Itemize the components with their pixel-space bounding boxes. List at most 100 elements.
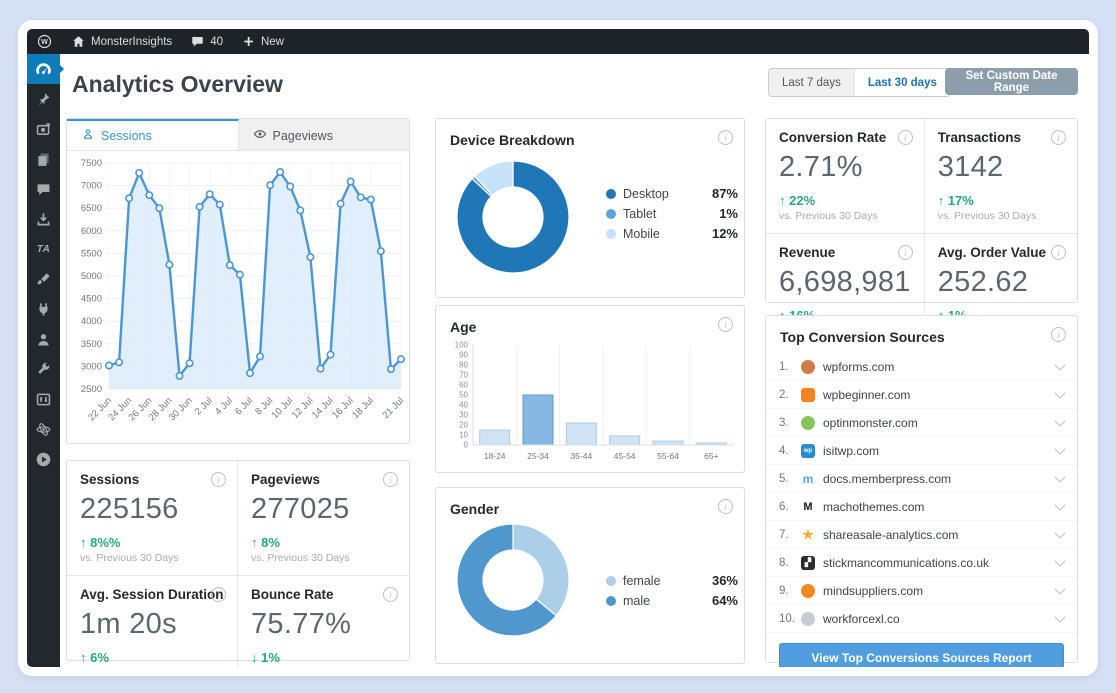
source-row-workforcexl.co[interactable]: 10. workforcexl.co: [766, 605, 1077, 633]
sidebar-item-atom[interactable]: [27, 414, 60, 444]
stat-value: 1m 20s: [80, 608, 177, 640]
sidebar-item-pages[interactable]: [27, 144, 60, 174]
ecommerce-stats-grid: Conversion Rate 2.71% ↑ 22% vs. Previous 30…: [766, 119, 1077, 348]
stat-title: Avg. Order Value: [937, 245, 1047, 260]
svg-text:3000: 3000: [81, 361, 102, 372]
chevron-down-icon[interactable]: [1054, 386, 1066, 399]
info-icon[interactable]: [1051, 327, 1066, 342]
up-arrow-icon: ↑: [80, 650, 87, 665]
sidebar-item-settings[interactable]: [27, 384, 60, 414]
source-row-wpforms.com[interactable]: 1. wpforms.com: [766, 353, 1077, 381]
last-7-days-button[interactable]: Last 7 days: [769, 69, 854, 96]
info-icon[interactable]: [383, 587, 398, 602]
wp-admin-sidebar: TA: [27, 54, 64, 667]
source-domain: optinmonster.com: [823, 415, 918, 430]
sessions-line-chart[interactable]: 2500 3000 3500 4000 4500 5000 5500 6000 6500 7000…: [67, 151, 409, 443]
legend-item-tablet: Tablet 1%: [606, 206, 738, 221]
source-row-optinmonster.com[interactable]: 3. optinmonster.com: [766, 409, 1077, 437]
svg-text:6 Jul: 6 Jul: [233, 395, 255, 417]
source-domain: workforcexl.co: [823, 611, 900, 626]
svg-text:4000: 4000: [81, 316, 102, 327]
sidebar-item-media[interactable]: [27, 114, 60, 144]
tab-pageviews[interactable]: Pageviews: [239, 119, 410, 150]
site-menu-item[interactable]: MonsterInsights: [62, 29, 181, 54]
chevron-down-icon[interactable]: [1054, 358, 1066, 371]
stat-delta: ↑ 8%%: [80, 535, 121, 550]
sidebar-item-plug[interactable]: [27, 294, 60, 324]
source-row-docs.memberpress.com[interactable]: 5. m docs.memberpress.com: [766, 465, 1077, 493]
comments-count: 40: [210, 35, 223, 48]
chevron-down-icon[interactable]: [1054, 554, 1066, 567]
source-row-shareasale-analytics.com[interactable]: 7. ★ shareasale-analytics.com: [766, 521, 1077, 549]
source-row-mindsuppliers.com[interactable]: 9. mindsuppliers.com: [766, 577, 1077, 605]
sidebar-item-brush[interactable]: [27, 264, 60, 294]
info-icon[interactable]: [718, 130, 733, 145]
sidebar-item-comments[interactable]: [27, 174, 60, 204]
info-icon[interactable]: [1051, 130, 1066, 145]
last-30-days-button[interactable]: Last 30 days: [853, 69, 950, 96]
source-row-wpbeginner.com[interactable]: 2. wpbeginner.com: [766, 381, 1077, 409]
sidebar-item-download[interactable]: [27, 204, 60, 234]
sidebar-item-wrench[interactable]: [27, 354, 60, 384]
set-custom-date-range-button[interactable]: Set Custom Date Range: [945, 68, 1078, 95]
source-row-machothemes.com[interactable]: 6. Mmachothemes.com: [766, 493, 1077, 521]
source-rank: 7.: [779, 528, 789, 541]
legend-item-mobile: Mobile 12%: [606, 226, 738, 241]
info-icon[interactable]: [383, 472, 398, 487]
info-icon[interactable]: [211, 587, 226, 602]
sidebar-item-ta[interactable]: TA: [27, 234, 60, 264]
sidebar-item-dashboard[interactable]: [27, 54, 64, 84]
up-arrow-icon: ↑: [80, 535, 87, 550]
svg-text:12 Jul: 12 Jul: [290, 395, 316, 421]
legend-label: female: [623, 573, 661, 588]
legend-dot: [606, 595, 616, 606]
svg-text:35-44: 35-44: [570, 451, 592, 461]
info-icon[interactable]: [897, 130, 913, 145]
source-domain: wpbeginner.com: [823, 387, 911, 402]
media-icon: [35, 121, 52, 138]
chevron-down-icon[interactable]: [1054, 442, 1066, 455]
chevron-down-icon[interactable]: [1054, 582, 1066, 595]
svg-text:45-54: 45-54: [614, 451, 636, 461]
wordpress-logo-icon[interactable]: W: [27, 29, 62, 54]
age-panel: Age 0102030405060708090100 18-24 25-34 35-4…: [435, 305, 745, 473]
chevron-down-icon[interactable]: [1054, 414, 1066, 427]
dashboard-icon: [35, 61, 52, 78]
svg-text:21 Jul: 21 Jul: [380, 395, 406, 421]
sidebar-item-pin[interactable]: [27, 84, 60, 114]
stat-value: 3142: [937, 151, 1004, 183]
svg-text:7000: 7000: [81, 181, 102, 192]
legend-value: 64%: [711, 593, 738, 608]
source-row-stickmancommunications.co.uk[interactable]: 8. ▞ stickmancommunications.co.uk: [766, 549, 1077, 577]
info-icon[interactable]: [897, 245, 913, 260]
comments-menu-item[interactable]: 40: [181, 29, 232, 54]
legend-dot: [606, 575, 616, 586]
info-icon[interactable]: [718, 317, 733, 332]
source-rank: 8.: [779, 556, 789, 569]
tab-sessions[interactable]: Sessions: [67, 119, 239, 150]
info-icon[interactable]: [1051, 245, 1066, 260]
chevron-down-icon[interactable]: [1054, 498, 1066, 511]
chevron-down-icon[interactable]: [1054, 470, 1066, 483]
info-icon[interactable]: [718, 499, 733, 514]
favicon-docs.memberpress.com: m: [802, 471, 814, 486]
chevron-down-icon[interactable]: [1054, 526, 1066, 539]
source-row-isitwp.com[interactable]: 4. wp isitwp.com: [766, 437, 1077, 465]
legend-label: Desktop: [623, 186, 669, 201]
gender-donut-chart: [456, 523, 570, 637]
view-top-conversions-report-button[interactable]: View Top Conversions Sources Report: [779, 643, 1064, 667]
svg-text:W: W: [41, 38, 48, 46]
svg-text:3500: 3500: [81, 339, 102, 350]
sidebar-item-play[interactable]: [27, 444, 60, 474]
info-icon[interactable]: [211, 472, 226, 487]
favicon-workforcexl.co: [801, 611, 815, 626]
sidebar-item-user[interactable]: [27, 324, 60, 354]
new-menu-item[interactable]: New: [232, 29, 293, 54]
svg-text:16 Jul: 16 Jul: [330, 395, 356, 421]
device-donut-chart: [456, 160, 570, 274]
legend-value: 87%: [711, 186, 738, 201]
chevron-down-icon[interactable]: [1054, 610, 1066, 623]
play-icon: [35, 451, 52, 468]
source-rank: 5.: [779, 472, 789, 485]
up-arrow-icon: ↑: [779, 193, 786, 208]
